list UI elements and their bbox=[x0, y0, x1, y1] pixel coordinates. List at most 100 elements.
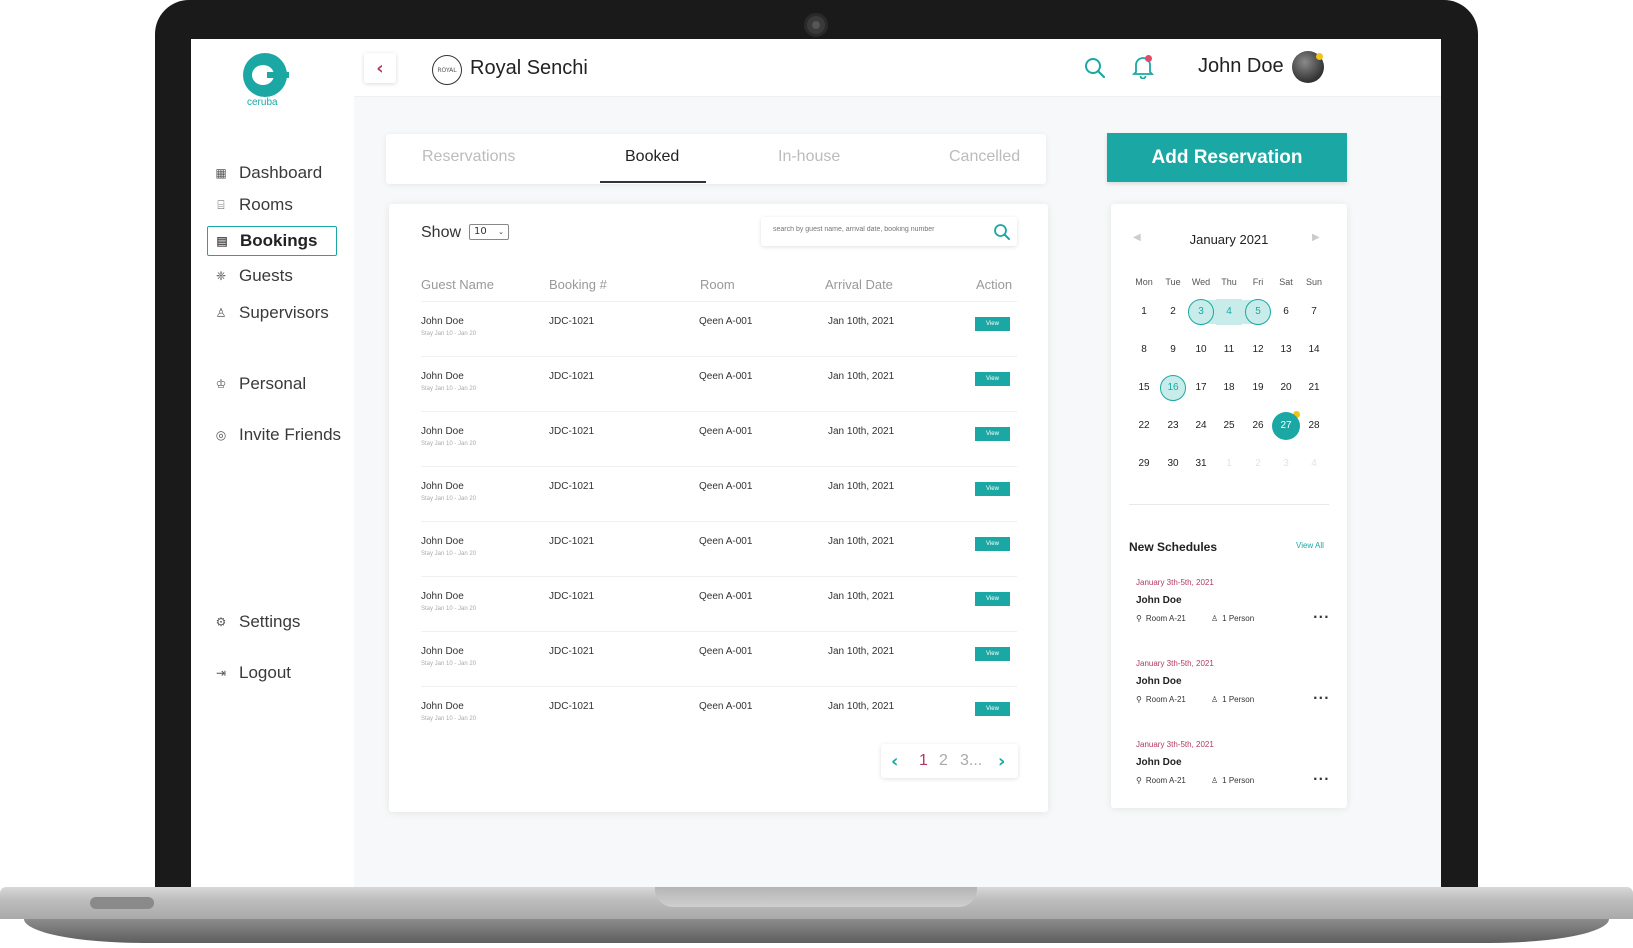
rows-per-page-select[interactable]: 10 ⌄ bbox=[469, 224, 509, 240]
calendar-day[interactable]: 2 bbox=[1160, 299, 1186, 325]
calendar-day[interactable]: 24 bbox=[1188, 413, 1214, 439]
day-of-week-label: Wed bbox=[1191, 277, 1211, 287]
calendar-day[interactable]: 31 bbox=[1188, 451, 1214, 477]
search-icon[interactable] bbox=[1084, 57, 1106, 79]
search-icon[interactable] bbox=[993, 223, 1011, 241]
gear-icon: ⚙ bbox=[215, 615, 227, 629]
calendar-day[interactable]: 5 bbox=[1245, 299, 1271, 325]
calendar-day[interactable]: 16 bbox=[1160, 375, 1186, 401]
location-pin-icon: ⚲ bbox=[1136, 776, 1142, 785]
sidebar-item-supervisors[interactable]: ♙ Supervisors bbox=[207, 298, 337, 328]
calendar-day[interactable]: 30 bbox=[1160, 451, 1186, 477]
calendar-day[interactable]: 27 bbox=[1272, 412, 1300, 440]
column-header-room[interactable]: Room bbox=[700, 277, 735, 292]
calendar-day[interactable]: 3 bbox=[1188, 299, 1214, 325]
search-input[interactable] bbox=[773, 226, 983, 233]
arrival-date: Jan 10th, 2021 bbox=[828, 701, 895, 712]
view-button[interactable]: View bbox=[975, 592, 1010, 606]
calendar-day[interactable]: 8 bbox=[1131, 337, 1157, 363]
bookings-table-card: Show 10 ⌄ Guest Name Booking # Room Arri… bbox=[389, 204, 1048, 812]
calendar-day[interactable]: 4 bbox=[1216, 299, 1242, 325]
column-header-arrival-date[interactable]: Arrival Date bbox=[825, 277, 893, 292]
stay-range: Stay Jan 10 - Jan 20 bbox=[421, 551, 477, 557]
calendar-day[interactable]: 12 bbox=[1245, 337, 1271, 363]
stay-range: Stay Jan 10 - Jan 20 bbox=[421, 606, 477, 612]
view-button[interactable]: View bbox=[975, 647, 1010, 661]
laptop-base bbox=[0, 887, 1633, 948]
back-button[interactable]: ‹ bbox=[364, 53, 396, 83]
view-button[interactable]: View bbox=[975, 482, 1010, 496]
calendar-day[interactable]: 6 bbox=[1273, 299, 1299, 325]
calendar-day[interactable]: 20 bbox=[1273, 375, 1299, 401]
sidebar-item-dashboard[interactable]: ▦ Dashboard bbox=[207, 158, 337, 188]
view-button[interactable]: View bbox=[975, 427, 1010, 441]
tab-reservations[interactable]: Reservations bbox=[422, 148, 515, 166]
calendar-day[interactable]: 26 bbox=[1245, 413, 1271, 439]
view-all-link[interactable]: View All bbox=[1296, 541, 1324, 550]
tab-in-house[interactable]: In-house bbox=[778, 148, 840, 166]
page-3-link[interactable]: 3... bbox=[960, 752, 982, 770]
calendar-day[interactable]: 10 bbox=[1188, 337, 1214, 363]
sidebar-item-invite-friends[interactable]: ◎ Invite Friends bbox=[207, 420, 357, 450]
tab-cancelled[interactable]: Cancelled bbox=[949, 148, 1020, 166]
sidebar-item-guests[interactable]: ❈ Guests bbox=[207, 261, 337, 291]
more-options-icon[interactable]: ··· bbox=[1313, 772, 1330, 786]
tab-booked[interactable]: Booked bbox=[625, 148, 679, 166]
calendar-day[interactable]: 25 bbox=[1216, 413, 1242, 439]
calendar-day[interactable]: 18 bbox=[1216, 375, 1242, 401]
view-button[interactable]: View bbox=[975, 702, 1010, 716]
chevron-left-icon[interactable]: ‹ bbox=[891, 751, 898, 772]
view-button[interactable]: View bbox=[975, 372, 1010, 386]
calendar-day[interactable]: 29 bbox=[1131, 451, 1157, 477]
calendar-day[interactable]: 4 bbox=[1301, 451, 1327, 477]
calendar-day[interactable]: 22 bbox=[1131, 413, 1157, 439]
calendar-day[interactable]: 1 bbox=[1131, 299, 1157, 325]
schedule-item[interactable]: January 3th-5th, 2021 John Doe ⚲ Room A-2… bbox=[1136, 578, 1332, 638]
calendar-next-icon[interactable]: ▶ bbox=[1312, 232, 1320, 243]
calendar-day[interactable]: 21 bbox=[1301, 375, 1327, 401]
calendar-day[interactable]: 19 bbox=[1245, 375, 1271, 401]
sidebar-item-rooms[interactable]: ⌸ Rooms bbox=[207, 190, 337, 220]
person-icon: ♙ bbox=[1211, 776, 1219, 785]
calendar-day[interactable]: 13 bbox=[1273, 337, 1299, 363]
avatar[interactable] bbox=[1292, 51, 1324, 83]
calendar-day[interactable]: 7 bbox=[1301, 299, 1327, 325]
invite-icon: ◎ bbox=[215, 428, 227, 442]
schedule-item[interactable]: January 3th-5th, 2021 John Doe ⚲ Room A-2… bbox=[1136, 659, 1332, 719]
brand-logo-icon[interactable] bbox=[243, 53, 289, 97]
schedule-item[interactable]: January 3th-5th, 2021 John Doe ⚲ Room A-2… bbox=[1136, 740, 1332, 800]
view-button[interactable]: View bbox=[975, 537, 1010, 551]
brand-logo-text: ceruba bbox=[247, 97, 278, 108]
calendar-day[interactable]: 28 bbox=[1301, 413, 1327, 439]
page-1-link[interactable]: 1 bbox=[919, 752, 928, 770]
table-row: John Doe Stay Jan 10 - Jan 20 JDC-1021 Q… bbox=[421, 301, 1017, 356]
page-2-link[interactable]: 2 bbox=[939, 752, 948, 770]
calendar-day[interactable]: 3 bbox=[1273, 451, 1299, 477]
calendar-day[interactable]: 2 bbox=[1245, 451, 1271, 477]
user-name: John Doe bbox=[1198, 55, 1284, 77]
calendar-day[interactable]: 9 bbox=[1160, 337, 1186, 363]
room: Qeen A-001 bbox=[699, 371, 753, 382]
add-reservation-button[interactable]: Add Reservation bbox=[1107, 133, 1347, 182]
calendar-day[interactable]: 11 bbox=[1216, 337, 1242, 363]
person-icon: ♙ bbox=[1211, 695, 1219, 704]
sidebar-item-label: Rooms bbox=[239, 195, 293, 214]
calendar-day[interactable]: 23 bbox=[1160, 413, 1186, 439]
notification-bell-icon[interactable] bbox=[1131, 55, 1155, 80]
schedule-room-label: Room A-21 bbox=[1145, 776, 1186, 785]
more-options-icon[interactable]: ··· bbox=[1313, 691, 1330, 705]
arrival-date: Jan 10th, 2021 bbox=[828, 646, 895, 657]
calendar-day[interactable]: 14 bbox=[1301, 337, 1327, 363]
chevron-right-icon[interactable]: › bbox=[998, 751, 1005, 772]
sidebar-item-bookings[interactable]: ▤ Bookings bbox=[207, 226, 337, 256]
calendar-day[interactable]: 1 bbox=[1216, 451, 1242, 477]
view-button[interactable]: View bbox=[975, 317, 1010, 331]
column-header-booking[interactable]: Booking # bbox=[549, 277, 607, 292]
calendar-day[interactable]: 17 bbox=[1188, 375, 1214, 401]
sidebar-item-personal[interactable]: ♔ Personal bbox=[207, 369, 337, 399]
column-header-guest-name[interactable]: Guest Name bbox=[421, 277, 494, 292]
calendar-day[interactable]: 15 bbox=[1131, 375, 1157, 401]
more-options-icon[interactable]: ··· bbox=[1313, 610, 1330, 624]
sidebar-item-settings[interactable]: ⚙ Settings bbox=[207, 607, 337, 637]
sidebar-item-logout[interactable]: ⇥ Logout bbox=[207, 658, 337, 688]
